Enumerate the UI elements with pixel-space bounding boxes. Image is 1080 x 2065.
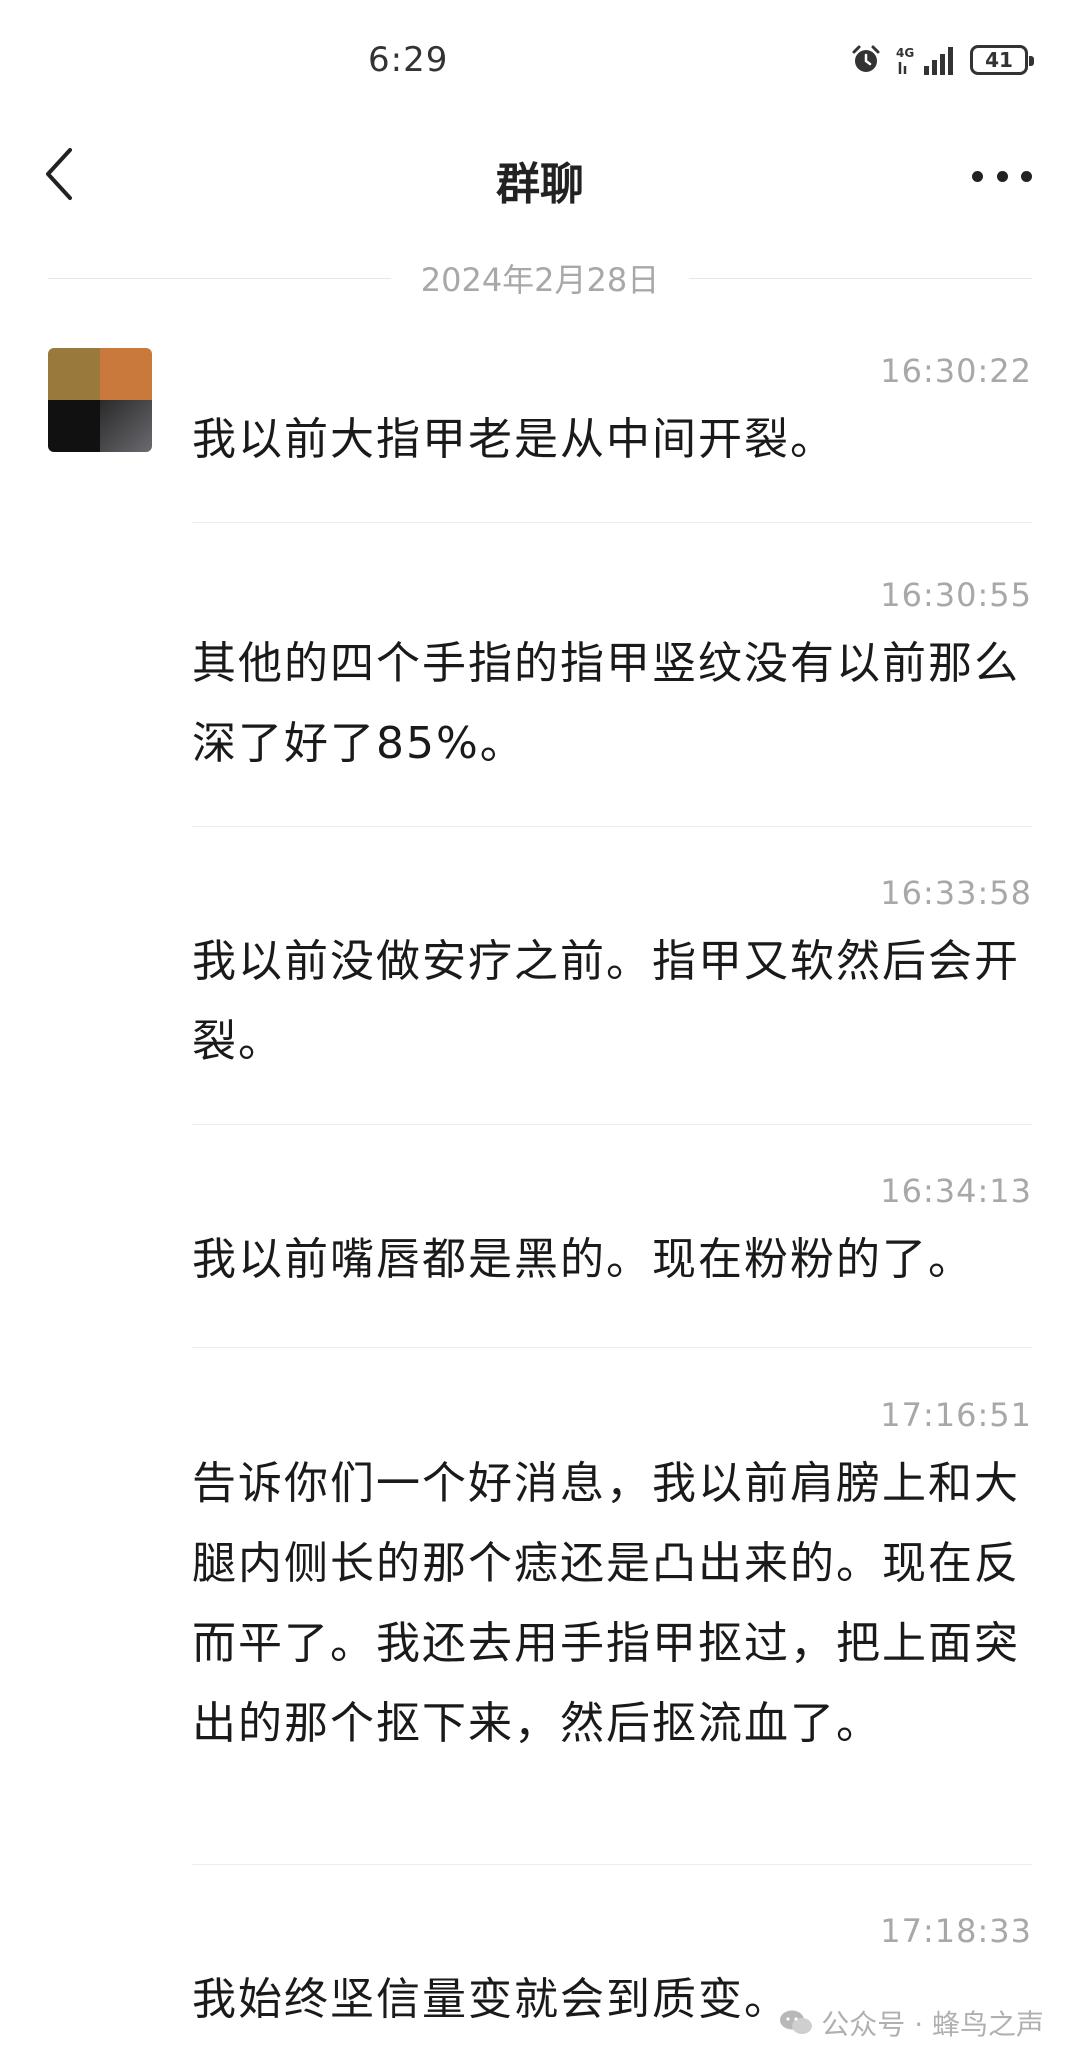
alarm-icon <box>852 45 880 72</box>
page-title: 群聊 <box>496 159 584 210</box>
watermark: 公众号 · 蜂鸟之声 <box>779 2003 1044 2043</box>
date-divider: 2024年2月28日 <box>48 258 1032 299</box>
message-item: 16:34:13 我以前嘴唇都是黑的。现在粉粉的了。 <box>192 1172 1032 1348</box>
message-time: 16:30:22 <box>880 352 1032 390</box>
wechat-icon <box>780 2010 813 2034</box>
status-bar: 6:29 4G 41 <box>0 0 1080 120</box>
status-time: 6:29 <box>368 40 449 80</box>
message-divider <box>192 522 1032 523</box>
message-item: 17:16:51 告诉你们一个好消息，我以前肩膀上和大腿内侧长的那个痣还是凸出来… <box>192 1396 1032 1866</box>
message-text: 我以前大指甲老是从中间开裂。 <box>192 414 836 465</box>
chat-header: 群聊 <box>0 130 1080 220</box>
message-time: 17:16:51 <box>880 1396 1032 1434</box>
message-time: 16:33:58 <box>880 874 1032 912</box>
watermark-text: 公众号 · 蜂鸟之声 <box>821 2008 1044 2041</box>
message-item: 16:33:58 我以前没做安疗之前。指甲又软然后会开裂。 <box>192 874 1032 1125</box>
message-item: 16:30:55 其他的四个手指的指甲竖纹没有以前那么深了好了85%。 <box>192 576 1032 827</box>
message-text: 我以前嘴唇都是黑的。现在粉粉的了。 <box>192 1234 974 1285</box>
message-divider <box>192 1347 1032 1348</box>
status-icons: 4G 41 <box>850 44 1034 76</box>
message-text: 其他的四个手指的指甲竖纹没有以前那么深了好了85%。 <box>192 638 1020 769</box>
battery-level: 41 <box>985 48 1013 72</box>
message-divider <box>192 826 1032 827</box>
message-item: 16:30:22 我以前大指甲老是从中间开裂。 <box>192 352 1032 532</box>
network-type-label: 4G <box>896 46 914 60</box>
avatar[interactable] <box>48 348 152 452</box>
message-divider <box>192 1124 1032 1125</box>
message-time: 16:34:13 <box>880 1172 1032 1210</box>
more-horizontal-icon[interactable] <box>972 156 1032 196</box>
message-divider <box>192 1864 1032 1865</box>
message-text: 我以前没做安疗之前。指甲又软然后会开裂。 <box>192 936 1020 1067</box>
message-time: 17:18:33 <box>880 1912 1032 1950</box>
signal-icon: 4G <box>896 46 953 75</box>
date-divider-text: 2024年2月28日 <box>420 261 660 299</box>
battery-icon: 41 <box>970 45 1034 75</box>
message-text: 告诉你们一个好消息，我以前肩膀上和大腿内侧长的那个痣还是凸出来的。现在反而平了。… <box>192 1458 1020 1749</box>
message-time: 16:30:55 <box>880 576 1032 614</box>
